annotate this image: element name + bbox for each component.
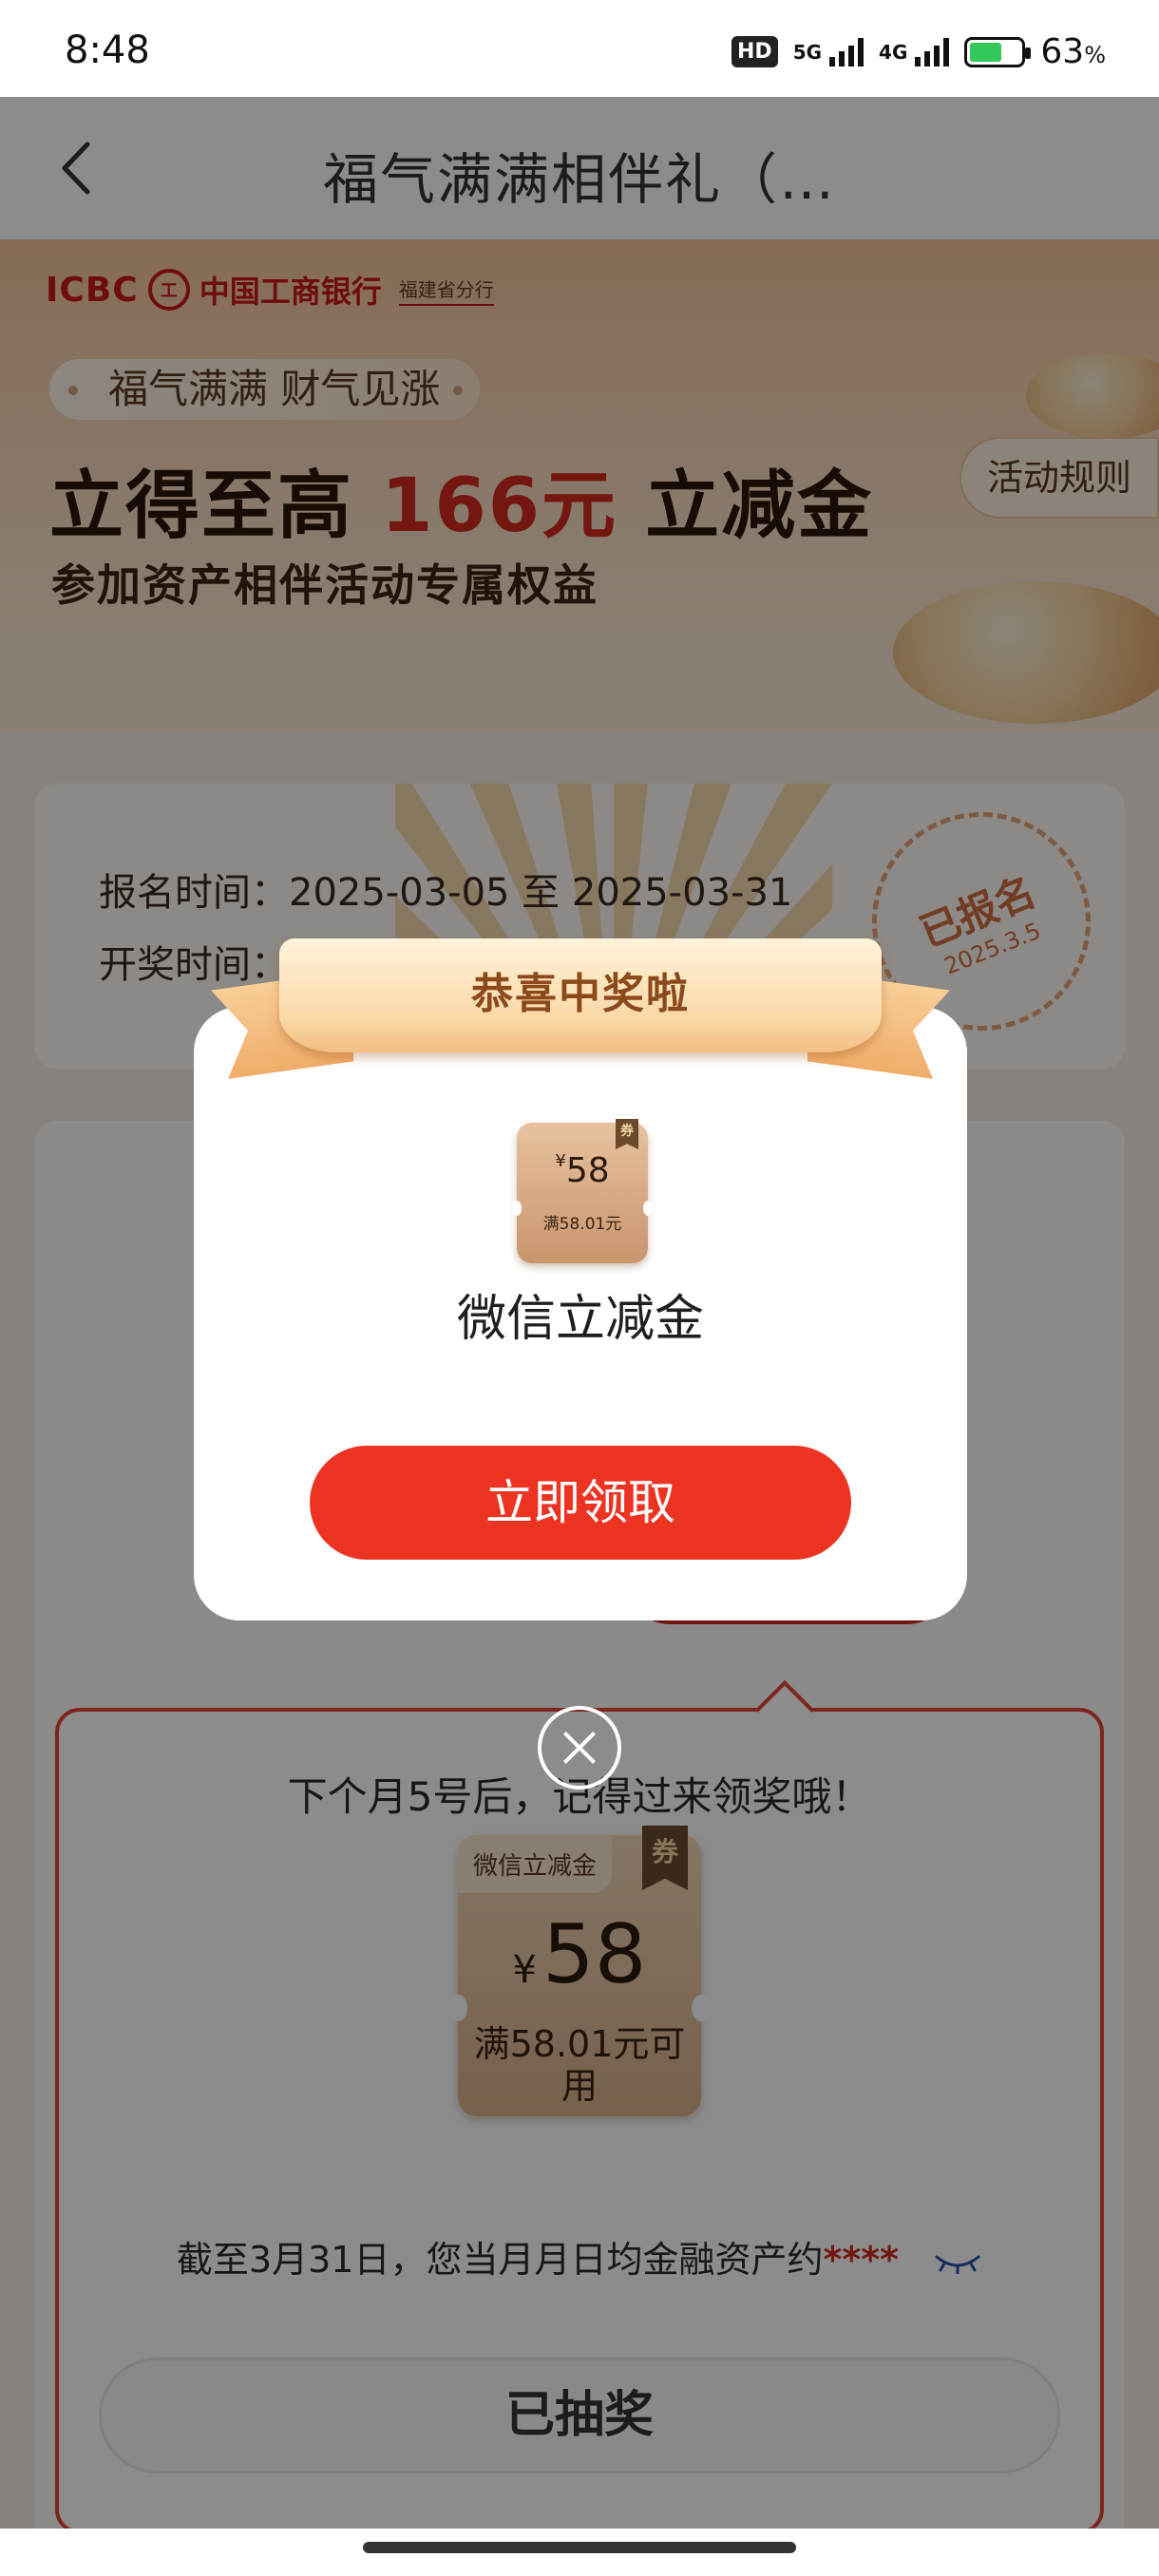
battery-fill — [970, 42, 1002, 62]
home-indicator[interactable] — [363, 2542, 796, 2553]
modal-coupon-condition: 满58.01元 — [542, 1215, 622, 1234]
battery-icon — [964, 36, 1032, 67]
battery-percent: 63% — [1040, 32, 1106, 71]
modal-coupon-icon: 券 ¥58 满58.01元 — [512, 1119, 653, 1263]
claim-now-button[interactable]: 立即领取 — [310, 1446, 851, 1560]
network-5g-label: 5G — [792, 40, 823, 64]
status-time: 8:48 — [65, 28, 150, 72]
hd-voice-icon: HD — [732, 36, 778, 67]
modal-prize-name: 微信立减金 — [456, 1291, 704, 1348]
signal-icon — [829, 37, 864, 66]
congrats-ribbon: 恭喜中奖啦 — [217, 933, 944, 1085]
status-icons: HD 5G 4G 63% — [732, 32, 1106, 71]
congrats-title: 恭喜中奖啦 — [471, 970, 690, 1018]
home-bar — [0, 2529, 1159, 2576]
coupon-tag-icon: 券 — [616, 1119, 638, 1149]
close-circle-icon[interactable] — [538, 1706, 621, 1790]
modal-coupon-value: ¥58 — [555, 1151, 610, 1190]
signal-icon-2 — [915, 37, 950, 66]
network-4g-label: 4G — [879, 40, 908, 64]
status-bar: 8:48 HD 5G 4G 63% — [0, 0, 1159, 97]
